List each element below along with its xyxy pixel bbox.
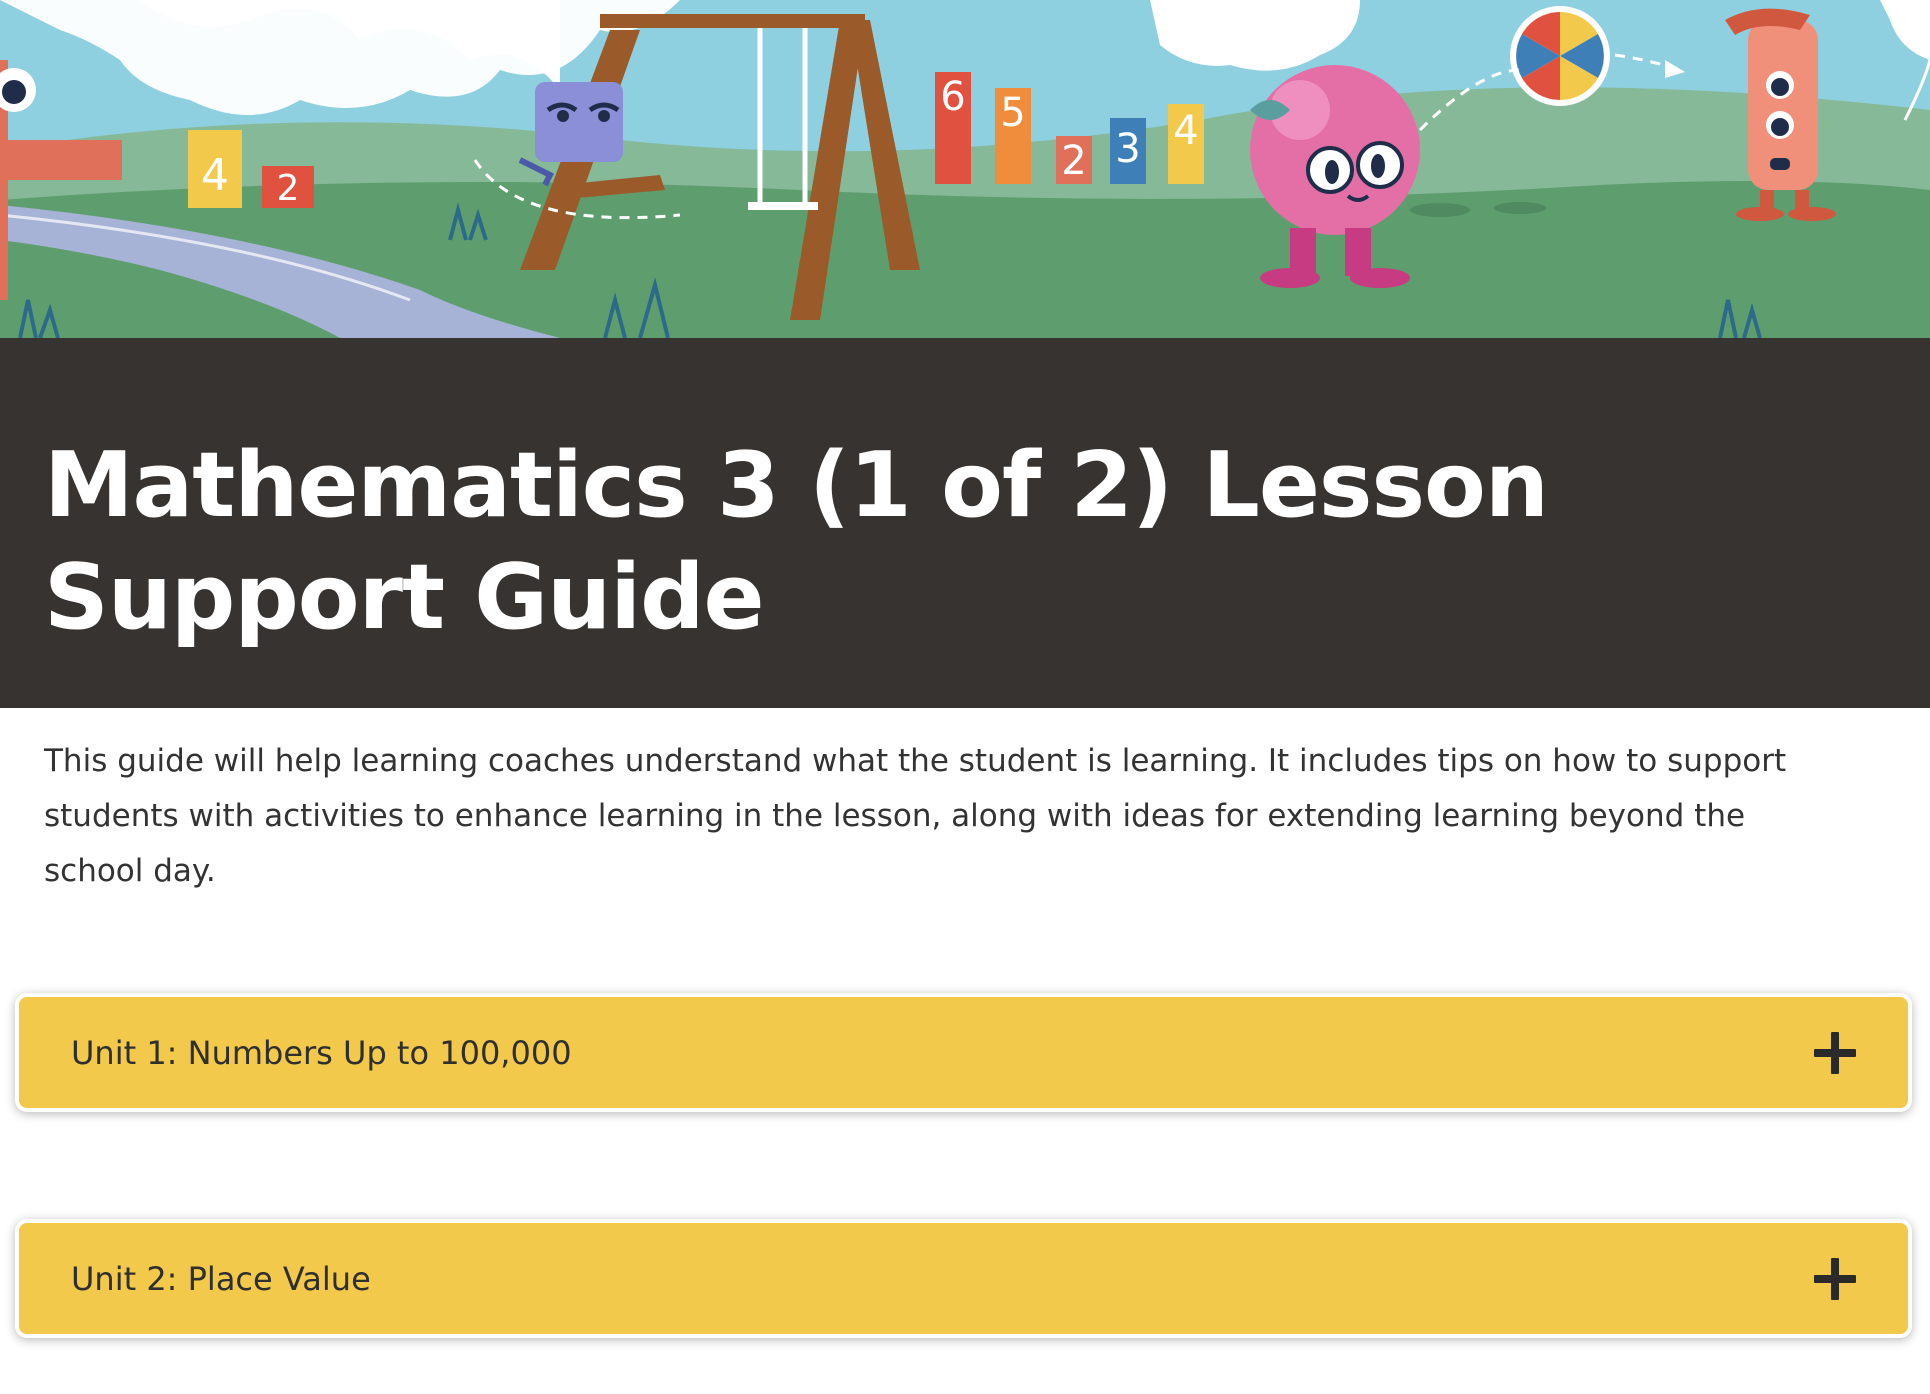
number-block-2b: 2 [1061,138,1086,184]
plus-icon[interactable] [1814,1031,1856,1074]
intro-paragraph: This guide will help learning coaches un… [44,743,1787,889]
number-block-3: 3 [1115,126,1140,172]
playground-illustration: 4 2 6 5 2 3 4 [0,0,1930,338]
page-title: Mathematics 3 (1 of 2) Lesson Support Gu… [44,433,1549,650]
unit-1-accordion[interactable]: Unit 1: Numbers Up to 100,000 [15,993,1912,1112]
plus-icon[interactable] [1814,1257,1856,1300]
unit-2-label: Unit 2: Place Value [71,1259,371,1298]
number-block-5: 5 [1000,90,1025,136]
number-block-2: 2 [277,168,300,209]
number-block-6: 6 [940,74,965,120]
number-block-4: 4 [201,150,229,201]
title-band: Mathematics 3 (1 of 2) Lesson Support Gu… [0,338,1930,708]
number-block-4b: 4 [1173,108,1198,154]
unit-1-label: Unit 1: Numbers Up to 100,000 [71,1033,572,1072]
unit-2-accordion[interactable]: Unit 2: Place Value [15,1219,1912,1338]
hero-banner: 4 2 6 5 2 3 4 [0,0,1930,338]
